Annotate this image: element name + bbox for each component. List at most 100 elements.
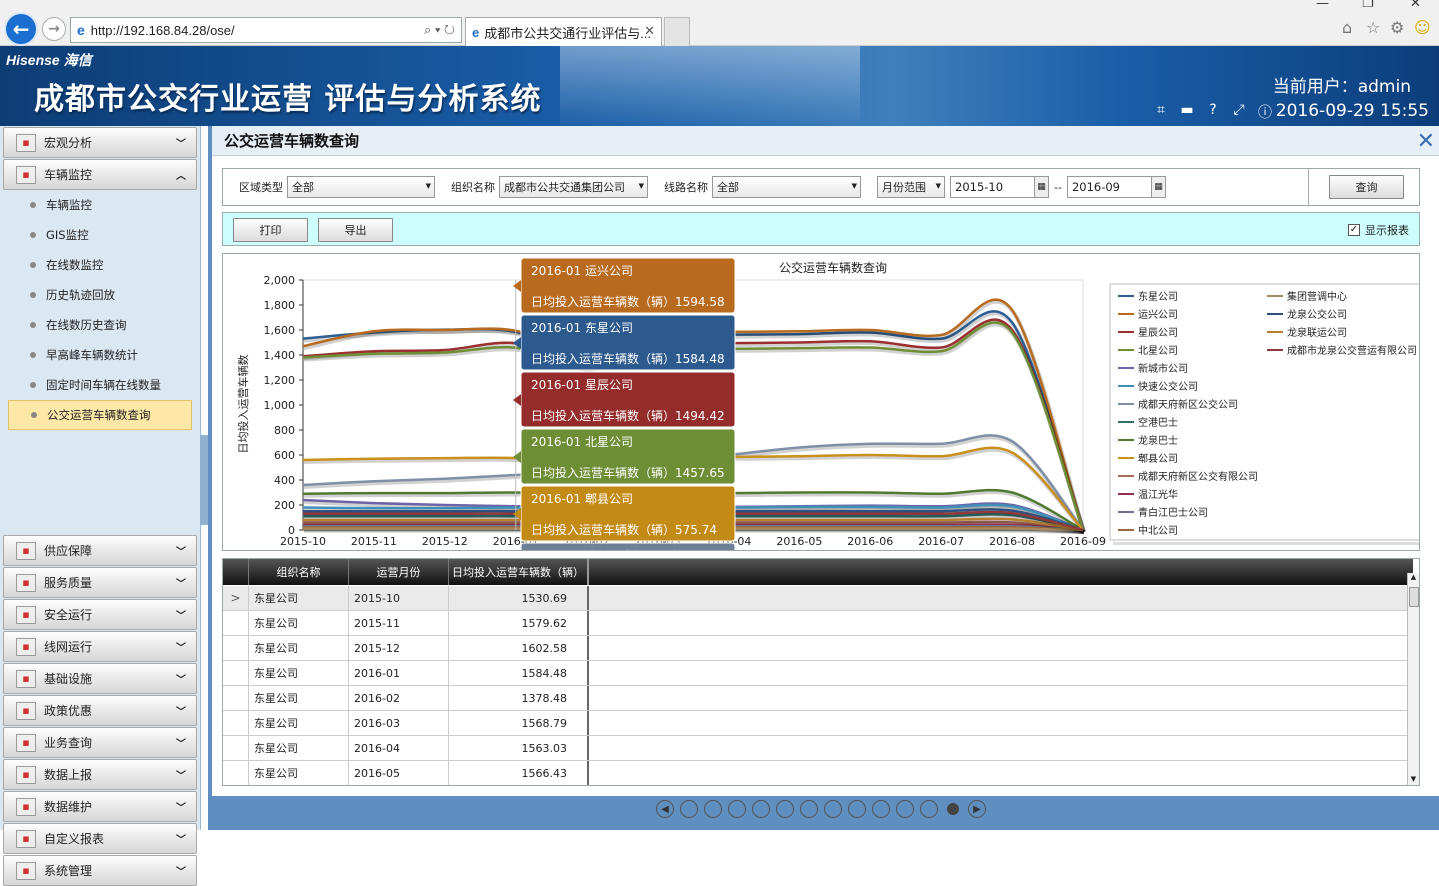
page-dot-1[interactable] — [680, 800, 698, 818]
submenu-item-5[interactable]: 早高峰车辆数统计 — [0, 340, 200, 370]
table-row[interactable]: 东星公司 2015-11 1579.62 — [223, 611, 1409, 636]
settings-gear-icon[interactable]: ⚙ — [1390, 18, 1404, 37]
calendar-icon[interactable]: ▦ — [1034, 177, 1048, 197]
submenu-item-1[interactable]: GIS监控 — [0, 220, 200, 250]
submenu-item-4[interactable]: 在线数历史查询 — [0, 310, 200, 340]
crop-icon[interactable]: ⌗ — [1152, 102, 1170, 122]
page-dot-4[interactable] — [752, 800, 770, 818]
bottom-menu-9[interactable]: ▪ 自定义报表 ﹀ — [3, 823, 197, 854]
chevron-down-icon[interactable]: ﹀ — [176, 639, 190, 654]
prev-page-icon[interactable]: ◀ — [656, 800, 674, 818]
menu-label: 宏观分析 — [44, 136, 93, 150]
window-close-icon[interactable]: ✕ — [1410, 0, 1421, 11]
table-row[interactable]: 东星公司 2016-03 1568.79 — [223, 711, 1409, 736]
submenu-item-0[interactable]: 车辆监控 — [0, 190, 200, 220]
print-button[interactable]: 打印 — [233, 218, 308, 242]
chevron-down-icon[interactable]: ﹀ — [176, 671, 190, 686]
bottom-menu-6[interactable]: ▪ 业务查询 ﹀ — [3, 727, 197, 758]
table-row[interactable]: 东星公司 2016-02 1378.48 — [223, 686, 1409, 711]
scroll-up-icon[interactable]: ▲ — [1408, 573, 1419, 585]
chevron-down-icon[interactable]: ﹀ — [176, 831, 190, 846]
submenu-item-6[interactable]: 固定时间车辆在线数量 — [0, 370, 200, 400]
top-menu-1[interactable]: ▪ 车辆监控 ︿ — [3, 159, 197, 190]
bottom-menu-5[interactable]: ▪ 政策优惠 ﹀ — [3, 695, 197, 726]
submenu-item-7[interactable]: 公交运营车辆数查询 — [8, 400, 192, 430]
back-arrow-icon[interactable]: ← — [4, 12, 38, 46]
bottom-menu-3[interactable]: ▪ 线网运行 ﹀ — [3, 631, 197, 662]
line-select[interactable]: 全部 ▼ — [712, 176, 861, 198]
page-dot-3[interactable] — [728, 800, 746, 818]
address-controls[interactable]: ⌕ ▾ ↻ — [424, 22, 455, 38]
chevron-down-icon[interactable]: ﹀ — [176, 607, 190, 622]
table-row[interactable]: 东星公司 2016-05 1566.43 — [223, 761, 1409, 785]
page-dot-7[interactable] — [824, 800, 842, 818]
chevron-down-icon[interactable]: ﹀ — [176, 703, 190, 718]
export-button[interactable]: 导出 — [318, 218, 393, 242]
table-row[interactable]: 东星公司 2015-12 1602.58 — [223, 636, 1409, 661]
bottom-menu-0[interactable]: ▪ 供应保障 ﹀ — [3, 535, 197, 566]
chevron-down-icon[interactable]: ﹀ — [176, 575, 190, 590]
bottom-menu-4[interactable]: ▪ 基础设施 ﹀ — [3, 663, 197, 694]
smiley-feedback-icon[interactable]: ☺ — [1414, 18, 1431, 37]
grid-scrollbar[interactable]: ▲ ▼ — [1407, 573, 1419, 785]
bottom-menu-1[interactable]: ▪ 服务质量 ﹀ — [3, 567, 197, 598]
query-button[interactable]: 查询 — [1329, 175, 1404, 199]
browser-tab[interactable]: e 成都市公共交通行业评估与... ✕ — [465, 17, 662, 46]
bottom-menu-7[interactable]: ▪ 数据上报 ﹀ — [3, 759, 197, 790]
page-dot-8[interactable] — [848, 800, 866, 818]
scroll-down-icon[interactable]: ▼ — [1408, 775, 1419, 785]
col-header-vehicles[interactable]: 日均投入运营车辆数（辆） — [449, 559, 589, 585]
table-row[interactable]: 东星公司 2016-04 1563.03 — [223, 736, 1409, 761]
new-tab-button[interactable] — [664, 17, 690, 46]
end-date-input[interactable]: 2016-09 ▦ — [1066, 176, 1166, 198]
bottom-menu-2[interactable]: ▪ 安全运行 ﹀ — [3, 599, 197, 630]
col-header-month[interactable]: 运营月份 — [349, 559, 449, 585]
chevron-down-icon[interactable]: ﹀ — [176, 863, 190, 878]
legend-label-0: 东星公司 — [1138, 290, 1178, 303]
favorites-star-icon[interactable]: ☆ — [1366, 18, 1380, 37]
chevron-down-icon[interactable]: ﹀ — [176, 735, 190, 750]
next-page-icon[interactable]: ▶ — [968, 800, 986, 818]
bottom-menu-10[interactable]: ▪ 系统管理 ﹀ — [3, 855, 197, 886]
info-icon[interactable]: ⓘ — [1256, 102, 1274, 122]
submenu-item-3[interactable]: 历史轨迹回放 — [0, 280, 200, 310]
checkbox-icon[interactable]: ✓ — [1348, 224, 1360, 236]
page-dot-9[interactable] — [872, 800, 890, 818]
minimize-icon[interactable]: — — [1316, 0, 1329, 11]
chevron-up-icon[interactable]: ︿ — [176, 167, 190, 182]
bottom-menu-8[interactable]: ▪ 数据维护 ﹀ — [3, 791, 197, 822]
show-report-toggle[interactable]: ✓ 显示报表 — [1348, 222, 1409, 238]
range-select[interactable]: 月份范围 ▼ — [877, 176, 945, 198]
col-header-org[interactable]: 组织名称 — [249, 559, 349, 585]
chevron-down-icon: ▼ — [935, 182, 941, 190]
page-dot-2[interactable] — [704, 800, 722, 818]
top-menu-0[interactable]: ▪ 宏观分析 ﹀ — [3, 127, 197, 158]
address-bar[interactable]: e http://192.168.84.28/ose/ ⌕ ▾ ↻ — [70, 17, 462, 43]
page-dot-10[interactable] — [896, 800, 914, 818]
chevron-down-icon[interactable]: ﹀ — [176, 135, 190, 150]
forward-arrow-icon[interactable]: → — [42, 17, 66, 41]
home-icon[interactable]: ⌂ — [1342, 18, 1352, 37]
tab-close-icon[interactable]: ✕ — [644, 23, 655, 39]
calendar-icon[interactable]: ▦ — [1150, 177, 1165, 197]
table-row[interactable]: 东星公司 2016-01 1584.48 — [223, 661, 1409, 686]
start-date-input[interactable]: 2015-10 ▦ — [950, 176, 1049, 198]
chevron-down-icon[interactable]: ﹀ — [176, 543, 190, 558]
window-icon[interactable]: ▬ — [1178, 102, 1196, 122]
panel-close-icon[interactable]: ✕ — [1417, 129, 1435, 154]
maximize-icon[interactable]: ❐ — [1362, 0, 1374, 11]
page-dot-11[interactable] — [920, 800, 938, 818]
scroll-thumb[interactable] — [1409, 587, 1419, 607]
page-dot-6[interactable] — [800, 800, 818, 818]
chevron-down-icon[interactable]: ﹀ — [176, 767, 190, 782]
region-select[interactable]: 全部 ▼ — [287, 176, 435, 198]
fullscreen-icon[interactable]: ⤢ — [1230, 102, 1248, 122]
help-icon[interactable]: ? — [1204, 102, 1222, 122]
sidebar-collapse-handle[interactable] — [200, 435, 208, 525]
page-dot-12[interactable] — [947, 803, 959, 815]
chevron-down-icon[interactable]: ﹀ — [176, 799, 190, 814]
org-select[interactable]: 成都市公共交通集团公司 ▼ — [499, 176, 648, 198]
submenu-item-2[interactable]: 在线数监控 — [0, 250, 200, 280]
table-row[interactable]: > 东星公司 2015-10 1530.69 — [223, 586, 1409, 611]
page-dot-5[interactable] — [776, 800, 794, 818]
